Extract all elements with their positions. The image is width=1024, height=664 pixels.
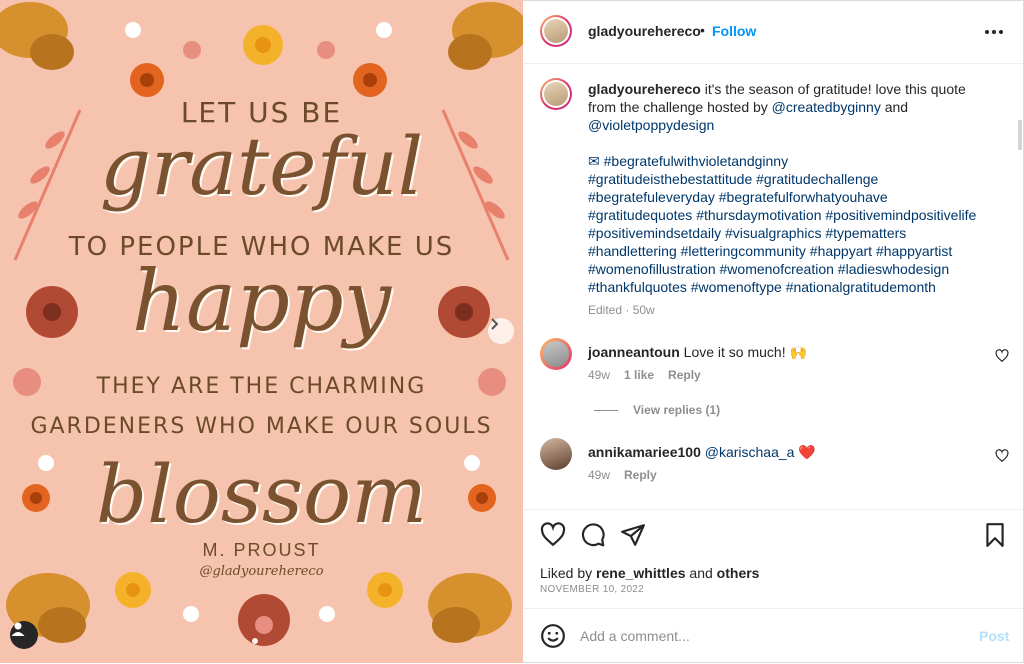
chevron-right-icon [491,318,499,330]
artist-handle: @gladyourehereco [199,564,324,579]
liked-others[interactable]: others [717,565,760,581]
comment-age: 49w [588,468,611,482]
reply-button[interactable]: Reply [624,468,657,482]
liked-mid: and [685,565,717,581]
comment-mention[interactable]: @karischaa_a [705,444,795,460]
more-horizontal-icon [985,30,1003,34]
scrollbar[interactable] [1018,120,1022,150]
quote-signature: M. PROUST [202,540,321,560]
share-icon[interactable] [620,522,646,548]
hashtag-line[interactable]: #positivemindsetdaily #visualgraphics #t… [588,224,988,242]
follow-button[interactable]: Follow [712,23,756,39]
comment-text: annikamariee100 @karischaa_a ❤️ [588,444,816,461]
hashtag-line[interactable]: #gratitudeisthebestattitude #gratitudech… [588,170,988,188]
liked-user[interactable]: rene_whittles [596,565,685,581]
person-icon [11,622,25,636]
mention-createdbyginny[interactable]: @createdbyginny [772,99,881,115]
comment-likes[interactable]: 1 like [624,368,654,382]
hashtag-line[interactable]: #begratefuleveryday #begratefulforwhatyo… [588,188,988,206]
quote-line-3: THEY ARE THE CHARMING [96,374,427,399]
carousel-indicator [252,638,258,644]
commenter-avatar[interactable] [540,438,572,470]
hashtag-list: ✉ #begratefulwithvioletandginny #gratitu… [588,152,988,296]
caption-text: gladyourehereco it's the season of grati… [588,80,988,296]
caption-username[interactable]: gladyourehereco [588,81,701,97]
action-bar [524,509,1023,560]
post-header: gladyourehereco • Follow [524,0,1023,64]
hashtag-line[interactable]: #handlettering #letteringcommunity #happ… [588,242,988,260]
view-replies-label: View replies (1) [633,403,721,417]
liked-prefix: Liked by [540,565,597,581]
post-image[interactable]: LET US BE grateful TO PEOPLE WHO MAKE US… [0,0,523,663]
comment-icon[interactable] [580,522,606,548]
comment-text: joanneantoun Love it so much! 🙌 [588,344,807,361]
comment-input[interactable]: Add a comment... [580,628,690,644]
edited-timestamp: Edited · 50w [588,303,655,317]
avatar[interactable] [540,15,572,47]
emoji-icon[interactable] [540,623,566,649]
like-heart-icon[interactable] [540,522,566,548]
quote-word-blossom: blossom [95,448,428,541]
post-sidebar: gladyourehereco • Follow gladyourehereco… [524,0,1023,663]
comment-emoji: ❤️ [798,444,816,460]
heart-icon[interactable] [995,349,1009,363]
reply-button[interactable]: Reply [668,368,701,382]
quote-word-happy: happy [131,252,392,350]
comment-meta: 49w 1 like Reply [588,368,715,382]
hashtag-line[interactable]: #gratitudequotes #thursdaymotivation #po… [588,206,988,224]
comment-username[interactable]: annikamariee100 [588,444,701,460]
header-username[interactable]: gladyourehereco [588,23,701,39]
next-image-button[interactable] [488,318,514,344]
quote-line-4: GARDENERS WHO MAKE OUR SOULS [30,414,493,439]
comment-username[interactable]: joanneantoun [588,344,680,360]
caption-and: and [880,99,909,115]
more-options-button[interactable] [984,22,1004,42]
heart-icon[interactable] [995,449,1009,463]
hashtag-line[interactable]: #thankfulquotes #womenoftype #nationalgr… [588,278,988,296]
view-replies-button[interactable]: View replies (1) [594,403,720,417]
tagged-users-button[interactable] [10,621,38,649]
post-date: NOVEMBER 10, 2022 [540,584,645,595]
commenter-avatar[interactable] [540,338,572,370]
hashtag-line[interactable]: #womenofillustration #womenofcreation #l… [588,260,988,278]
quote-word-grateful: grateful [99,120,424,213]
liked-by: Liked by rene_whittles and others [540,565,759,581]
caption-avatar[interactable] [540,78,572,110]
hashtag-line[interactable]: ✉ #begratefulwithvioletandginny [588,152,988,170]
add-comment-bar: Add a comment... Post [524,608,1023,664]
comment-age: 49w [588,368,611,382]
header-separator: • [700,22,705,38]
post-button[interactable]: Post [979,628,1009,644]
bookmark-icon[interactable] [982,522,1008,548]
comment-meta: 49w Reply [588,468,671,482]
comment-body: Love it so much! 🙌 [683,344,807,360]
mention-violetpoppydesign[interactable]: @violetpoppydesign [588,117,714,133]
